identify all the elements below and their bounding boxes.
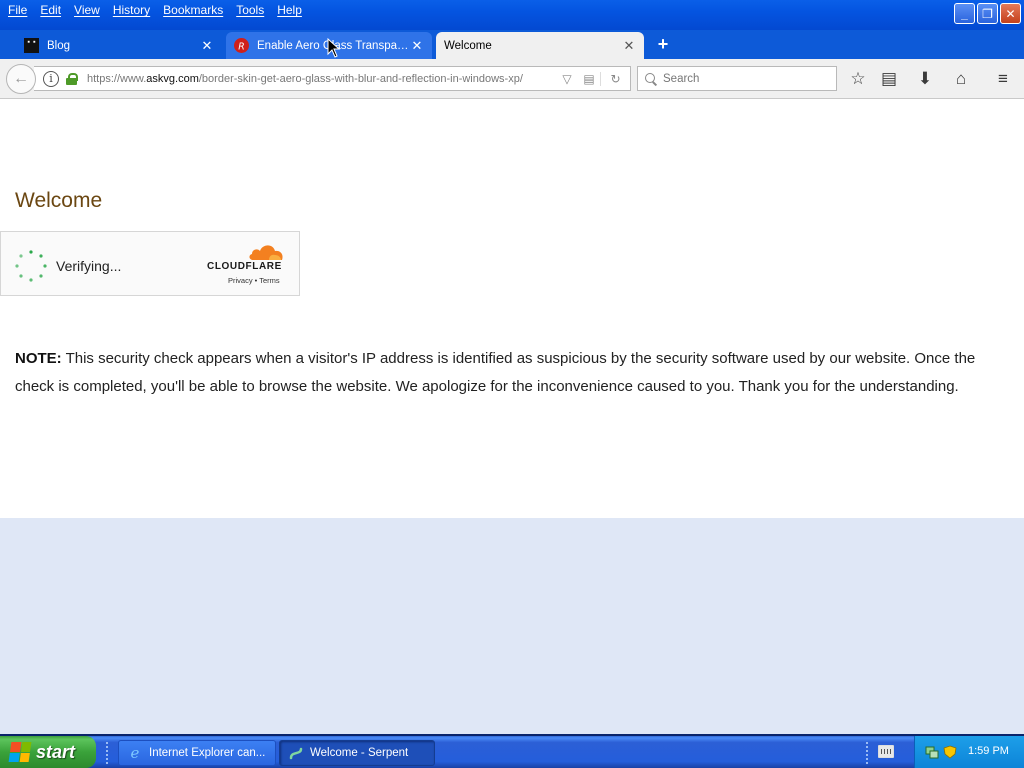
bookmark-star-icon[interactable]: ☆ [848, 69, 868, 89]
menu-edit[interactable]: Edit [35, 2, 69, 18]
taskbar-grip[interactable] [106, 742, 109, 764]
tab-blog[interactable]: Blog ✕ [16, 32, 222, 59]
keyboard-icon[interactable] [878, 745, 894, 758]
tab-title: Blog [47, 39, 71, 52]
reload-icon[interactable]: ↻ [600, 71, 630, 86]
tray-grip [866, 742, 869, 764]
navigation-bar: i https://www.askvg.com/border-skin-get-… [0, 59, 1024, 99]
privacy-terms-links[interactable]: Privacy • Terms [228, 276, 280, 285]
menu-help[interactable]: Help [272, 2, 310, 18]
reader-view-icon[interactable]: ▤ [578, 72, 600, 86]
svg-text:e: e [131, 745, 140, 761]
dropdown-arrow-icon[interactable]: ▽ [556, 72, 578, 86]
window-controls: _ ❐ ✕ [954, 3, 1021, 24]
tab-welcome[interactable]: Welcome ✕ [436, 32, 644, 59]
blog-favicon-icon [24, 38, 39, 53]
cloudflare-logo: CLOUDFLARE [207, 261, 282, 272]
menu-history[interactable]: History [108, 2, 158, 18]
menu-view[interactable]: View [69, 2, 108, 18]
url-text[interactable]: https://www.askvg.com/border-skin-get-ae… [87, 73, 556, 85]
network-icon[interactable] [925, 745, 939, 759]
security-note: NOTE: This security check appears when a… [15, 345, 1005, 400]
tab-strip: Blog ✕ R Enable Aero Glass Transpare... … [0, 30, 1024, 59]
taskbar-item-label: Welcome - Serpent [310, 747, 409, 759]
download-icon[interactable]: ⬇ [915, 69, 935, 89]
svg-text:R: R [238, 41, 245, 52]
back-arrow-icon: ← [13, 70, 29, 87]
back-button[interactable]: ← [6, 64, 36, 94]
minimize-button[interactable]: _ [954, 3, 975, 24]
askvg-favicon-icon: R [234, 38, 249, 53]
taskbar-item-serpent[interactable]: Welcome - Serpent [279, 740, 435, 766]
search-input[interactable]: Search [637, 66, 837, 91]
menu-bar: File Edit View History Bookmarks Tools H… [3, 2, 310, 18]
minimize-icon: _ [961, 6, 968, 21]
menu-file[interactable]: File [3, 2, 35, 18]
menu-tools[interactable]: Tools [231, 2, 272, 18]
hamburger-menu-icon[interactable]: ≡ [993, 69, 1013, 89]
windows-taskbar: start e Internet Explorer can... Welcome… [0, 736, 1024, 768]
taskbar-clock[interactable]: 1:59 PM [968, 745, 1009, 757]
bookmarks-library-icon[interactable]: ▤ [879, 69, 899, 89]
restore-button[interactable]: ❐ [977, 3, 998, 24]
taskbar-item-label: Internet Explorer can... [149, 747, 266, 759]
page-content: Welcome Verifying... CLOUDFLARE Privacy … [0, 99, 1024, 518]
menu-bookmarks[interactable]: Bookmarks [158, 2, 231, 18]
search-icon [645, 72, 657, 85]
restore-icon: ❐ [982, 6, 993, 21]
taskbar-item-internet-explorer[interactable]: e Internet Explorer can... [118, 740, 276, 766]
note-text: This security check appears when a visit… [15, 350, 976, 395]
start-label: start [36, 741, 76, 762]
info-icon[interactable]: i [43, 70, 59, 87]
windows-logo-icon [8, 742, 32, 762]
serpent-browser-icon [289, 747, 303, 760]
internet-explorer-icon: e [131, 745, 140, 761]
page-background [0, 518, 1024, 734]
loading-spinner-icon [15, 250, 47, 282]
cloudflare-cloud-icon [249, 245, 283, 260]
note-label: NOTE: [15, 350, 62, 367]
security-shield-icon[interactable] [943, 745, 957, 759]
tab-title: Welcome [444, 39, 492, 52]
close-icon: ✕ [1005, 6, 1016, 21]
start-button[interactable]: start [0, 736, 96, 768]
verifying-status: Verifying... [56, 258, 122, 274]
page-title: Welcome [15, 189, 103, 212]
tab-close-icon[interactable]: ✕ [200, 38, 214, 54]
cloudflare-challenge-widget[interactable]: Verifying... CLOUDFLARE Privacy • Terms [0, 231, 300, 296]
close-window-button[interactable]: ✕ [1000, 3, 1021, 24]
tab-close-icon[interactable]: ✕ [622, 38, 636, 54]
search-placeholder: Search [663, 72, 700, 85]
window-titlebar: File Edit View History Bookmarks Tools H… [0, 0, 1024, 30]
url-bar[interactable]: i https://www.askvg.com/border-skin-get-… [34, 66, 631, 91]
home-icon[interactable]: ⌂ [951, 69, 971, 89]
lock-icon [66, 72, 78, 85]
new-tab-plus-icon[interactable]: + [654, 34, 672, 55]
mouse-cursor-icon [327, 38, 341, 58]
tab-close-icon[interactable]: ✕ [410, 38, 424, 54]
